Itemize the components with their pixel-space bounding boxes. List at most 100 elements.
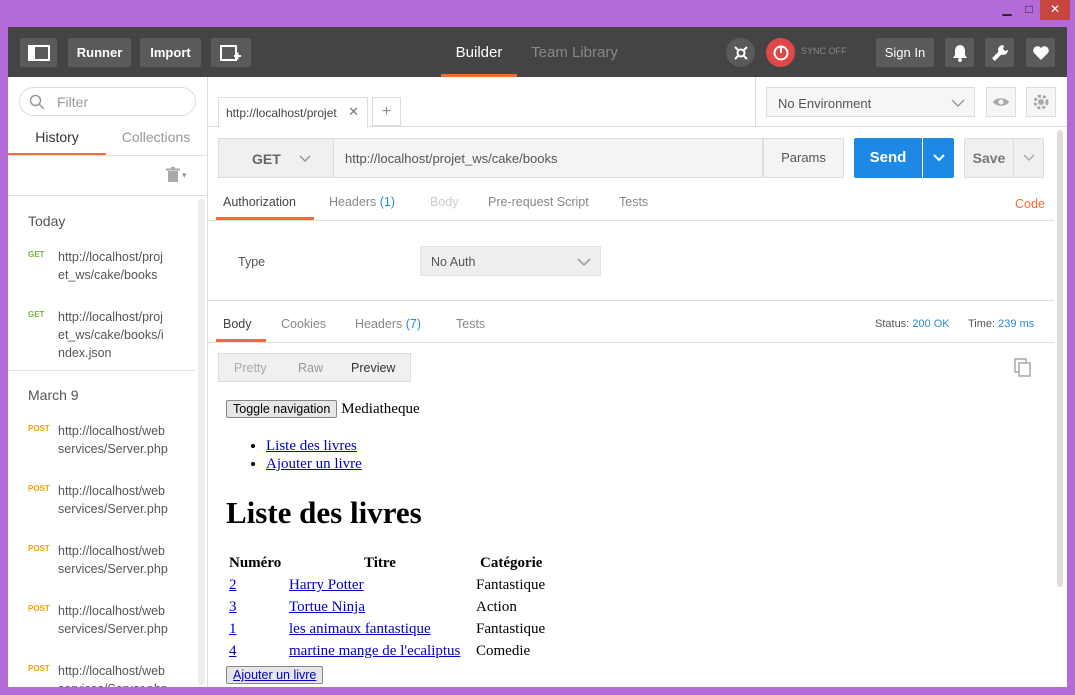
interceptor-button[interactable] [726,38,755,67]
history-item[interactable]: POST http://localhost/webservices/Server… [8,422,198,482]
generate-code-link[interactable]: Code [1015,197,1045,211]
copy-icon[interactable] [1014,358,1032,378]
method-badge: POST [28,484,50,493]
divider [8,155,207,156]
tab-cookies[interactable]: Cookies [281,317,326,331]
chevron-down-icon [932,154,945,162]
chevron-down-icon [299,155,311,163]
import-button[interactable]: Import [140,38,201,67]
row-title-link[interactable]: martine mange de l'ecaliptus [289,643,460,660]
history-item[interactable]: GET http://localhost/projet_ws/cake/book… [8,308,198,368]
response-headers-count: (7) [405,317,422,331]
nav-link-add[interactable]: Ajouter un livre [266,456,362,472]
status-label: Status: [875,318,910,330]
eye-icon [993,98,1009,106]
new-tab-button[interactable]: + [372,97,401,126]
method-select[interactable]: GET [218,138,334,178]
environment-select[interactable]: No Environment [766,87,975,117]
sidebar-scrollbar[interactable] [198,199,205,685]
tab-tests[interactable]: Tests [619,195,648,209]
preview-navbar: Toggle navigation Mediatheque [226,400,420,418]
tab-body[interactable]: Body [430,195,459,209]
time-info: Time: 239 ms [968,318,1034,330]
tab-response-headers[interactable]: Headers (7) [355,317,421,331]
auth-type-select[interactable]: No Auth [420,246,601,276]
environment-value: No Environment [778,96,872,111]
close-window-button[interactable]: ✕ [1040,0,1070,20]
bell-icon [952,44,967,62]
divider [208,300,1054,301]
tab-builder[interactable]: Builder [441,27,517,77]
tab-team-library[interactable]: Team Library [527,27,622,77]
history-url: http://localhost/webservices/Server.php [58,664,168,687]
divider [208,342,1054,343]
history-item[interactable]: POST http://localhost/webservices/Server… [8,662,198,687]
row-number-link[interactable]: 2 [229,577,237,594]
save-button[interactable]: Save [964,138,1014,178]
history-item[interactable]: POST http://localhost/webservices/Server… [8,542,198,602]
history-item[interactable]: POST http://localhost/webservices/Server… [8,602,198,662]
nav-link-list[interactable]: Liste des livres [266,438,357,454]
quick-look-button[interactable] [986,87,1016,117]
clear-history-button[interactable]: ▾ [166,167,187,183]
favorite-button[interactable] [1026,38,1055,67]
tab-prerequest-script[interactable]: Pre-request Script [488,195,589,209]
params-button[interactable]: Params [763,138,844,178]
status-info: Status: 200 OK [875,318,950,330]
wrench-icon [991,44,1008,61]
url-value: http://localhost/projet_ws/cake/books [345,151,558,166]
tab-headers[interactable]: Headers (1) [329,195,395,209]
view-preview-button[interactable]: Preview [351,361,395,375]
tab-response-body[interactable]: Body [223,317,252,331]
runner-button[interactable]: Runner [68,38,131,67]
send-button[interactable]: Send [854,138,922,178]
sign-in-button[interactable]: Sign In [876,38,934,67]
view-pretty-button[interactable]: Pretty [234,361,267,375]
divider [755,77,756,127]
row-category: Action [476,599,517,615]
url-input[interactable]: http://localhost/projet_ws/cake/books [334,138,763,178]
send-options-button[interactable] [923,138,954,178]
new-window-icon [220,44,241,61]
row-number-link[interactable]: 3 [229,599,237,616]
notifications-button[interactable] [945,38,974,67]
search-input[interactable]: Filter [57,94,88,110]
row-number-link[interactable]: 4 [229,643,237,660]
toggle-navigation-button[interactable]: Toggle navigation [226,400,338,418]
request-tab[interactable]: http://localhost/projet ✕ [218,97,368,128]
tab-collections[interactable]: Collections [111,129,201,145]
method-badge: POST [28,664,50,673]
new-window-button[interactable] [211,38,251,67]
close-tab-icon[interactable]: ✕ [348,104,359,120]
preview-heading: Liste des livres [226,495,422,530]
history-item[interactable]: POST http://localhost/webservices/Server… [8,482,198,542]
view-raw-button[interactable]: Raw [298,361,323,375]
tab-headers-label: Headers [329,195,377,209]
search-box[interactable]: Filter [19,87,196,116]
maximize-button[interactable]: □ [1018,0,1040,20]
chevron-down-icon: ▾ [182,169,187,180]
method-badge: GET [28,310,45,319]
add-book-button[interactable]: Ajouter un livre [226,666,324,684]
settings-button[interactable] [985,38,1014,67]
tab-history[interactable]: History [8,129,106,145]
history-url: http://localhost/webservices/Server.php [58,484,168,516]
main-scrollbar[interactable] [1057,130,1063,587]
toggle-sidebar-button[interactable] [20,38,57,67]
tab-authorization[interactable]: Authorization [223,195,296,209]
row-title-link[interactable]: Tortue Ninja [289,599,365,616]
manage-environments-button[interactable] [1026,87,1056,117]
app-window: Runner Import Builder Team Library SYNC … [8,27,1067,687]
row-title-link[interactable]: les animaux fantastique [289,621,431,638]
save-options-button[interactable] [1014,138,1044,178]
history-item[interactable]: GET http://localhost/projet_ws/cake/book… [8,248,198,308]
method-value: GET [252,151,281,167]
sync-status-label: SYNC OFF [801,46,847,56]
minimize-button[interactable]: ▁ [996,0,1018,20]
row-number-link[interactable]: 1 [229,621,237,638]
sync-status-icon[interactable] [766,38,795,67]
row-title-link[interactable]: Harry Potter [289,577,364,594]
chevron-down-icon [951,99,965,108]
history-url: http://localhost/webservices/Server.php [58,544,168,576]
tab-response-tests[interactable]: Tests [456,317,485,331]
